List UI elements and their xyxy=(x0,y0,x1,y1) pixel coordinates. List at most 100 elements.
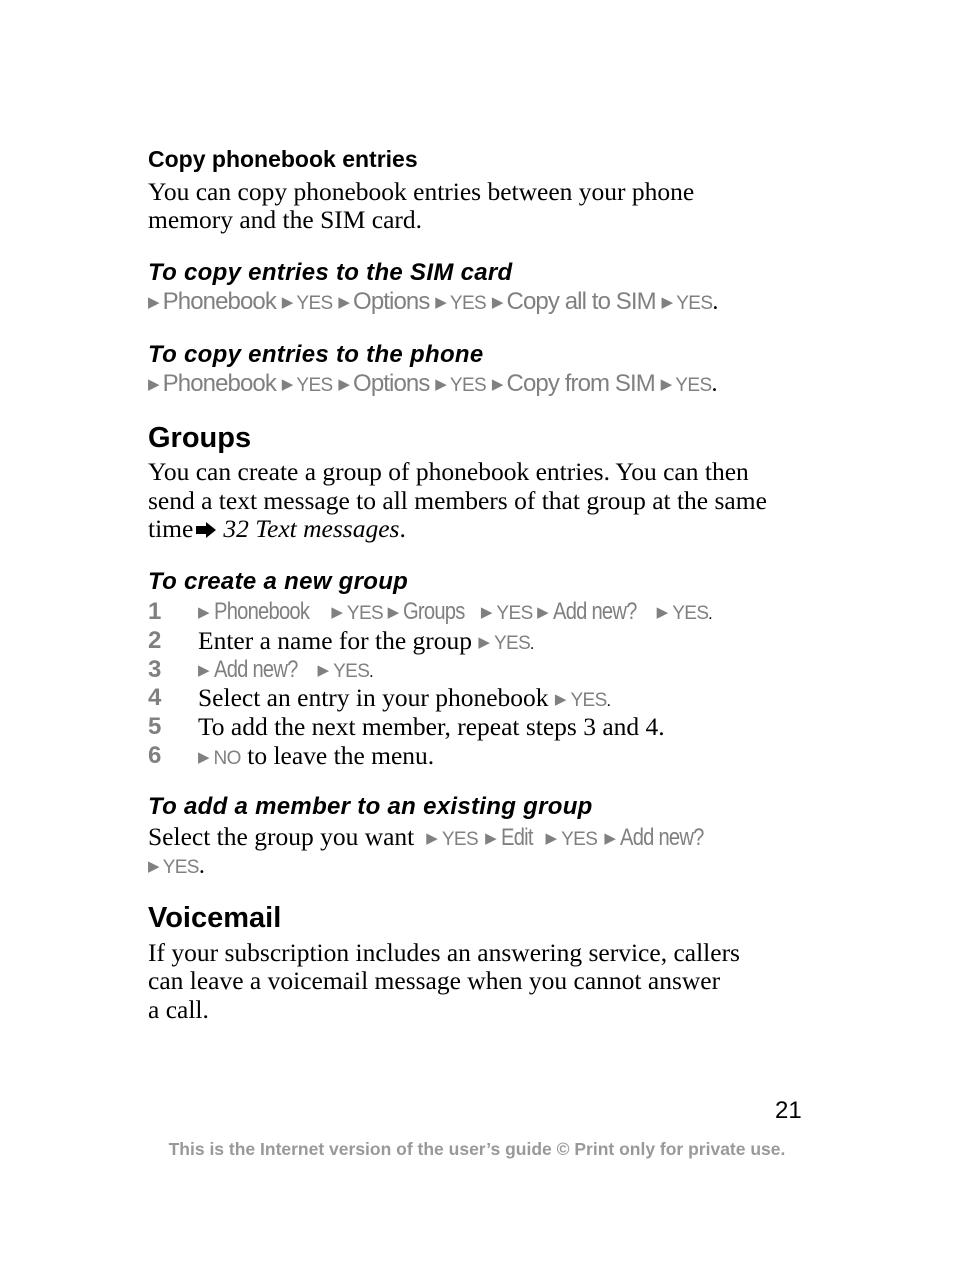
menu-arrow-icon: ▶ xyxy=(198,748,210,766)
step-body: ▶ NO to leave the menu. xyxy=(198,740,435,775)
menu-arrow-icon: ▶ xyxy=(491,376,504,393)
menu-arrow-icon: ▶ xyxy=(435,294,447,311)
right-arrow-reference-icon xyxy=(196,522,217,538)
step-menu-path: ▶ YES. xyxy=(555,690,611,712)
menu-arrow-icon: ▶ xyxy=(338,294,350,311)
step-text: Select an entry in your phonebook xyxy=(198,683,555,713)
menu-path-add-member-line-2: ▶ YES. xyxy=(148,852,205,880)
menu-item-add-new: Add new? xyxy=(213,655,298,683)
menu-arrow-icon: ▶ xyxy=(478,633,490,651)
softkey-yes: YES xyxy=(346,603,384,624)
step-text: To add the next member, repeat steps 3 a… xyxy=(198,712,665,742)
period: . xyxy=(198,853,205,879)
menu-path-add-member-line-1: ▶ YES ▶ Edit ▶ YES ▶ Add new? xyxy=(426,823,719,851)
menu-item-options: Options xyxy=(353,288,430,315)
menu-arrow-icon: ▶ xyxy=(660,376,673,393)
period: . xyxy=(606,693,611,711)
menu-arrow-icon: ▶ xyxy=(491,294,504,311)
subheading-create-new-group: To create a new group xyxy=(148,568,409,595)
softkey-yes: YES xyxy=(296,293,333,314)
softkey-yes: YES xyxy=(496,603,533,624)
step-number: 1 xyxy=(148,598,162,625)
menu-arrow-icon: ▶ xyxy=(331,604,343,621)
groups-intro-line-3: time 32 Text messages. xyxy=(148,514,406,544)
menu-arrow-icon: ▶ xyxy=(656,604,669,621)
step-number: 3 xyxy=(148,655,162,683)
voicemail-intro-line-2: can leave a voicemail message when you c… xyxy=(148,966,721,995)
softkey-yes: YES xyxy=(441,829,479,850)
period: . xyxy=(369,663,374,681)
step-text: to leave the menu. xyxy=(240,740,435,770)
softkey-yes: YES xyxy=(449,293,487,314)
section-title-voicemail: Voicemail xyxy=(148,902,282,934)
menu-item-phonebook: Phonebook xyxy=(213,598,310,625)
menu-arrow-icon: ▶ xyxy=(317,661,330,679)
softkey-yes: YES xyxy=(296,375,333,396)
step-number: 4 xyxy=(148,684,162,712)
step-number: 2 xyxy=(148,626,162,654)
menu-item-add-new: Add new? xyxy=(619,824,704,851)
softkey-yes: YES xyxy=(449,375,487,396)
footer-notice: This is the Internet version of the user… xyxy=(168,1139,786,1159)
menu-item-phonebook: Phonebook xyxy=(162,370,277,397)
menu-arrow-icon: ▶ xyxy=(281,294,294,311)
create-group-steps: 1 ▶ Phonebook ▶ YES ▶ Groups ▶ YES ▶ Add new? … xyxy=(148,598,828,771)
menu-item-phonebook: Phonebook xyxy=(162,288,277,315)
page-number: 21 xyxy=(775,1097,802,1124)
menu-item-edit: Edit xyxy=(500,824,533,851)
menu-arrow-icon: ▶ xyxy=(435,376,447,393)
step-item: 6 ▶ NO to leave the menu. xyxy=(148,741,828,771)
step-text: Enter a name for the group xyxy=(198,625,479,655)
section-title-groups: Groups xyxy=(148,422,252,454)
softkey-yes: YES xyxy=(570,690,607,712)
subheading-add-member: To add a member to an existing group xyxy=(148,793,593,820)
copy-intro-line-2: memory and the SIM card. xyxy=(148,205,423,234)
copy-intro-line-1: You can copy phonebook entries between y… xyxy=(148,177,695,206)
step-menu-path: ▶ Add new? ▶ YES. xyxy=(198,656,374,683)
menu-arrow-icon: ▶ xyxy=(537,604,549,621)
period: . xyxy=(708,606,713,623)
reference-suffix: . xyxy=(399,514,406,543)
menu-arrow-icon: ▶ xyxy=(387,604,400,621)
softkey-yes: YES xyxy=(675,375,712,396)
voicemail-intro-line-1: If your subscription includes an answeri… xyxy=(148,938,740,967)
menu-arrow-icon: ▶ xyxy=(338,376,350,393)
groups-intro-line-3-prefix: time xyxy=(148,514,194,543)
step-number: 6 xyxy=(148,741,162,769)
menu-arrow-icon: ▶ xyxy=(148,294,160,311)
add-member-text: Select the group you want xyxy=(148,822,415,851)
step-item: 3 ▶ Add new? ▶ YES. xyxy=(148,656,828,685)
cross-reference-link[interactable]: 32 Text messages xyxy=(223,514,399,543)
softkey-yes: YES xyxy=(676,293,713,314)
step-menu-path: ▶ NO xyxy=(198,747,242,769)
subheading-copy-to-phone: To copy entries to the phone xyxy=(148,341,484,368)
groups-intro-line-2: send a text message to all members of th… xyxy=(148,486,767,515)
period: . xyxy=(711,371,718,397)
step-item: 2 Enter a name for the group ▶ YES. xyxy=(148,625,828,656)
period: . xyxy=(530,635,535,653)
menu-arrow-icon: ▶ xyxy=(545,830,558,847)
step-number: 5 xyxy=(148,713,162,741)
menu-path-copy-to-sim: ▶ Phonebook ▶ YES ▶ Options ▶ YES ▶ Copy all … xyxy=(148,288,718,316)
menu-item-copy-all-to-sim: Copy all to SIM xyxy=(506,288,657,315)
softkey-yes: YES xyxy=(672,603,709,624)
menu-item-add-new: Add new? xyxy=(552,598,637,625)
menu-arrow-icon: ▶ xyxy=(485,830,497,847)
softkey-no: NO xyxy=(213,747,242,769)
groups-intro-line-1: You can create a group of phonebook entr… xyxy=(148,457,749,486)
menu-arrow-icon: ▶ xyxy=(426,830,438,847)
menu-arrow-icon: ▶ xyxy=(148,376,160,393)
period: . xyxy=(712,289,718,315)
menu-arrow-icon: ▶ xyxy=(281,376,294,393)
menu-arrow-icon: ▶ xyxy=(480,604,493,621)
step-menu-path: ▶ YES. xyxy=(478,633,535,654)
voicemail-intro-line-3: a call. xyxy=(148,995,209,1024)
menu-item-options: Options xyxy=(353,370,430,397)
add-member-instruction: Select the group you want ▶ YES ▶ Edit ▶ YES… xyxy=(148,822,720,855)
menu-arrow-icon: ▶ xyxy=(198,604,210,621)
softkey-yes: YES xyxy=(162,857,200,878)
menu-arrow-icon: ▶ xyxy=(148,858,160,875)
softkey-yes: YES xyxy=(561,829,598,850)
softkey-yes: YES xyxy=(333,660,370,682)
menu-item-copy-from-sim: Copy from SIM xyxy=(506,370,656,397)
